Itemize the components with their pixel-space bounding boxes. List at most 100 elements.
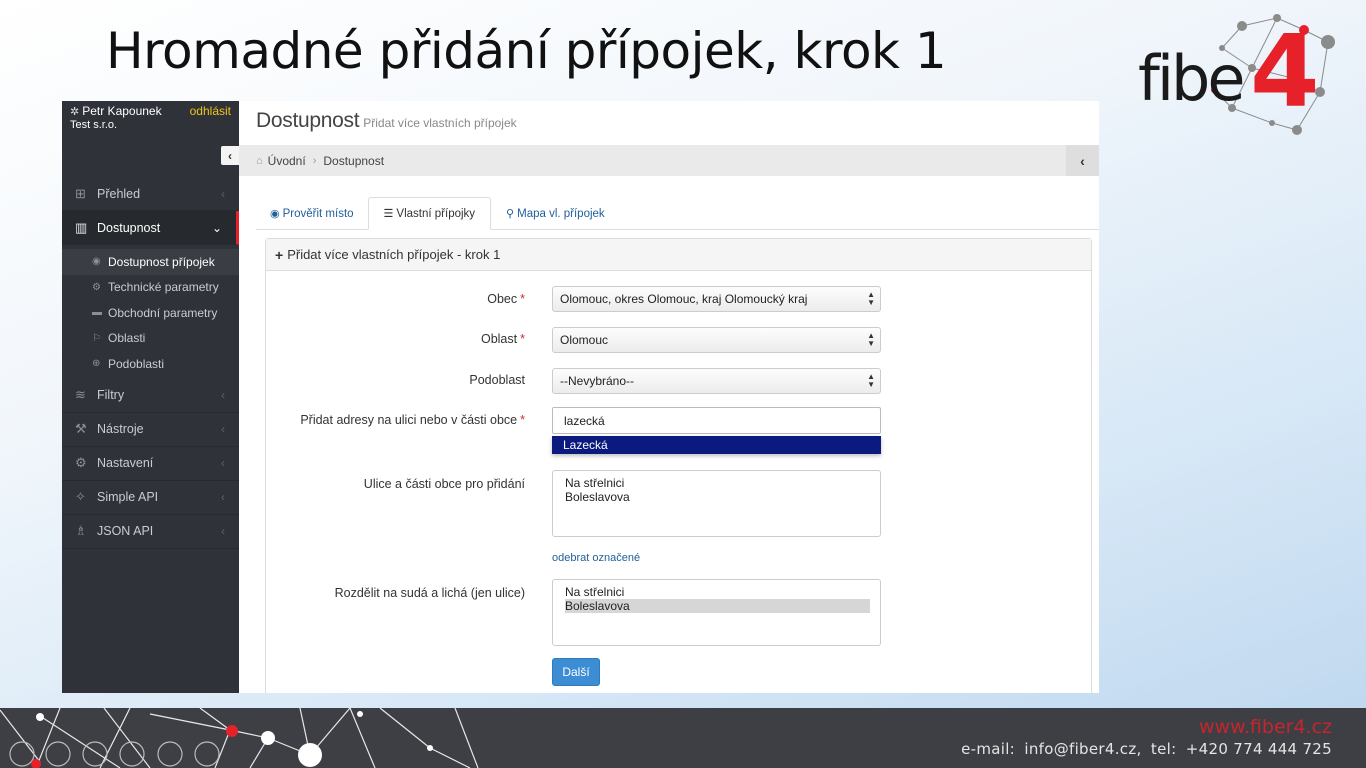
podoblast-label-text: Podoblast: [469, 373, 525, 387]
tabs: ◉ Prověřit místo ☰ Vlastní přípojky ⚲ Ma…: [256, 197, 1099, 230]
target-icon: ◉: [92, 256, 101, 268]
next-button[interactable]: Další: [552, 658, 600, 686]
chess-icon: ♗: [75, 523, 87, 538]
oblast-select[interactable]: Olomouc ▲ ▼: [552, 327, 881, 353]
address-input[interactable]: lazecká: [552, 407, 881, 434]
user-box: ✲ Petr Kapounek Test s.r.o. odhlásit ‹: [62, 101, 239, 171]
chevron-left-icon: ‹: [221, 388, 225, 402]
select-arrows-icon: ▲ ▼: [867, 331, 875, 348]
list-item-selected[interactable]: Boleslavova: [565, 599, 870, 613]
address-label: Přidat adresy na ulici nebo v části obce…: [300, 413, 525, 427]
autocomplete-suggestion[interactable]: Lazecká: [552, 436, 881, 454]
logo-number: 4: [1250, 13, 1320, 130]
streets-listbox[interactable]: Na střelnici Boleslavova: [552, 470, 881, 537]
sidebar-item-label: Nastavení: [97, 456, 154, 470]
tab-label: Prověřit místo: [282, 207, 354, 220]
briefcase-icon: ▬: [92, 307, 102, 319]
breadcrumb-current: Dostupnost: [323, 153, 385, 168]
sidebar-subitem-podoblasti[interactable]: ⊕ Podoblasti: [62, 351, 239, 377]
page-title: Dostupnost: [256, 109, 360, 132]
gear-icon: ✲: [70, 105, 80, 118]
sidebar-subitem-label: Podoblasti: [108, 356, 165, 371]
podoblast-value: --Nevybráno--: [560, 374, 635, 388]
sidebar-subitem-label: Technické parametry: [108, 280, 219, 295]
sidebar-subitem-oblasti[interactable]: ⚐ Oblasti: [62, 326, 239, 352]
chevron-left-icon: ‹: [221, 186, 225, 201]
map-icon: ▥: [75, 219, 88, 235]
flag-icon: ⚐: [92, 332, 101, 344]
page-header: Dostupnost Přidat více vlastních přípoje…: [239, 101, 1099, 145]
streets-label: Ulice a části obce pro přidání: [364, 477, 525, 491]
split-listbox[interactable]: Na střelnici Boleslavova: [552, 579, 881, 646]
oblast-label: Oblast *: [481, 332, 525, 346]
fiber4-logo: fibe 4: [1132, 8, 1338, 144]
list-item[interactable]: Boleslavova: [565, 490, 870, 504]
sidebar-item-label: Simple API: [97, 490, 159, 504]
list-item[interactable]: Na střelnici: [565, 585, 870, 599]
email-address: info@fiber4.cz,: [1024, 740, 1142, 758]
sidebar-item-nastroje[interactable]: ⚒ Nástroje ‹: [62, 413, 239, 447]
panel-heading: + Přidat více vlastních přípojek - krok …: [266, 239, 1091, 271]
sidebar-item-prehled[interactable]: ⊞ Přehled ‹: [62, 177, 239, 211]
tel-label: tel:: [1150, 740, 1177, 758]
tab-mapa-pripojek[interactable]: ⚲ Mapa vl. přípojek: [491, 197, 620, 230]
podoblast-label: Podoblast: [469, 373, 525, 387]
breadcrumb-home[interactable]: Úvodní: [268, 154, 306, 168]
home-icon: ⌂: [256, 154, 263, 167]
panel-title: Přidat více vlastních přípojek - krok 1: [287, 247, 501, 262]
sidebar-item-filtry[interactable]: ≋ Filtry ‹: [62, 379, 239, 413]
breadcrumb-separator-icon: ›: [312, 154, 317, 167]
sidebar-subitem-label: Obchodní parametry: [108, 305, 218, 320]
sidebar-item-dostupnost[interactable]: ▥ Dostupnost ⌄: [62, 211, 239, 245]
wrench-icon: ⚒: [75, 421, 87, 436]
select-arrows-icon: ▲ ▼: [867, 372, 875, 389]
remove-selected-link[interactable]: odebrat označené: [552, 552, 640, 564]
sidebar-item-label: Přehled: [97, 186, 141, 201]
user-company: Test s.r.o.: [70, 119, 118, 131]
sidebar-subitem-dostupnost-pripojek[interactable]: ◉ Dostupnost přípojek: [62, 249, 239, 275]
required-marker: *: [520, 332, 525, 346]
list-item[interactable]: Na střelnici: [565, 476, 870, 490]
sidebar-item-label: Filtry: [97, 388, 125, 402]
list-icon: ☰: [383, 208, 394, 220]
obec-select[interactable]: Olomouc, okres Olomouc, kraj Olomoucký k…: [552, 286, 881, 312]
sidebar-item-json-api[interactable]: ♗ JSON API ‹: [62, 515, 239, 549]
sidebar-item-label: Nástroje: [97, 422, 144, 436]
podoblast-select[interactable]: --Nevybráno-- ▲ ▼: [552, 368, 881, 394]
sidebar-subitem-technicke-parametry[interactable]: ⚙ Technické parametry: [62, 275, 239, 301]
page-subtitle: Přidat více vlastních přípojek: [363, 116, 517, 130]
sidebar-menu: ⊞ Přehled ‹ ▥ Dostupnost ⌄ ◉ Dostupnost …: [62, 177, 239, 549]
chevron-left-icon: ‹: [221, 456, 225, 470]
sidebar-submenu: ◉ Dostupnost přípojek ⚙ Technické parame…: [62, 245, 239, 379]
tab-label: Vlastní přípojky: [396, 207, 476, 220]
panel-toggle-button[interactable]: ‹: [1066, 145, 1099, 176]
obec-label: Obec *: [487, 292, 525, 306]
sidebar-subitem-label: Dostupnost přípojek: [108, 254, 215, 269]
network-lines-graphic: [0, 708, 479, 768]
streets-label-text: Ulice a části obce pro přidání: [363, 477, 525, 491]
sidebar-item-simple-api[interactable]: ✧ Simple API ‹: [62, 481, 239, 515]
sidebar-collapse-button[interactable]: ‹: [221, 146, 239, 165]
oblast-value: Olomouc: [560, 333, 609, 347]
required-marker: *: [520, 413, 525, 427]
user-name: Petr Kapounek: [82, 104, 162, 118]
tab-vlastni-pripojky[interactable]: ☰ Vlastní přípojky: [367, 197, 492, 230]
layers-icon: ≋: [75, 387, 86, 402]
tel-number: +420 774 444 725: [1185, 740, 1332, 758]
logout-link[interactable]: odhlásit: [190, 104, 231, 118]
footer-contact: e-mail: info@fiber4.cz, tel: +420 774 44…: [961, 740, 1332, 758]
split-label: Rozdělit na sudá a lichá (jen ulice): [335, 586, 525, 600]
address-label-text: Přidat adresy na ulici nebo v části obce: [300, 413, 518, 427]
sidebar-item-nastaveni[interactable]: ⚙ Nastavení ‹: [62, 447, 239, 481]
breadcrumb: ⌂ Úvodní › Dostupnost ‹: [239, 145, 1099, 176]
obec-value: Olomouc, okres Olomouc, kraj Olomoucký k…: [560, 292, 808, 306]
tab-proverit-misto[interactable]: ◉ Prověřit místo: [256, 197, 368, 230]
target-icon: ◉: [270, 208, 280, 220]
sidebar-subitem-obchodni-parametry[interactable]: ▬ Obchodní parametry: [62, 300, 239, 326]
chevron-left-icon: ‹: [221, 422, 225, 436]
gear-icon: ⚙: [75, 455, 87, 470]
chevron-down-icon: ⌄: [211, 220, 222, 235]
tab-label: Mapa vl. přípojek: [517, 207, 605, 220]
email-label: e-mail:: [961, 740, 1016, 758]
chevron-left-icon: ‹: [221, 490, 225, 504]
